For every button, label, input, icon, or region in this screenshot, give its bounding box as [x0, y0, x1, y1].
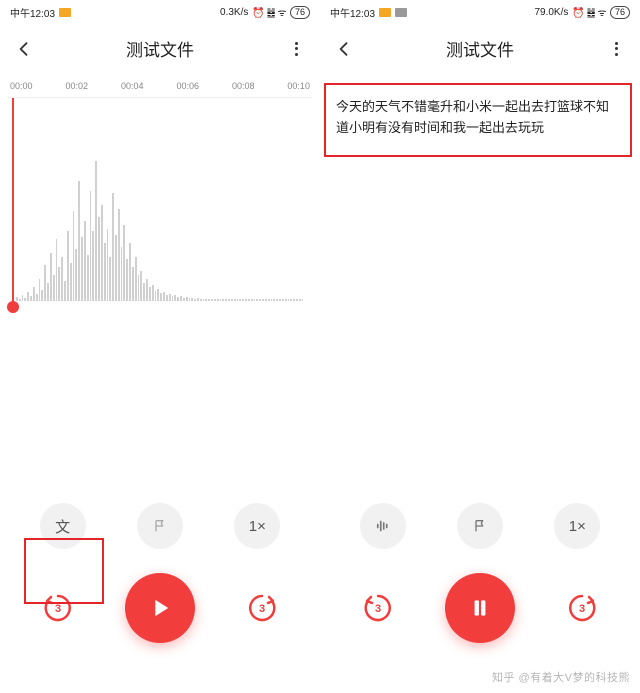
sim-icon: [395, 8, 407, 17]
speed-button[interactable]: 1×: [234, 503, 280, 549]
status-time: 中午12:03: [10, 5, 55, 20]
bars-icon: [374, 517, 392, 535]
page-title: 测试文件: [446, 36, 514, 61]
bottom-controls: 1× 3 3: [320, 503, 640, 693]
transcription-text: 今天的天气不错毫升和小米一起出去打篮球不知道小明有没有时间和我一起出去玩玩: [324, 83, 632, 157]
pane-left: 中午12:03 0.3K/s ⏰ ䷾ ᯤ 76 测试文件 00:00 00:02…: [0, 0, 320, 693]
skip-seconds: 3: [259, 603, 265, 615]
play-icon: [146, 594, 174, 622]
transcribe-button[interactable]: 文: [40, 503, 86, 549]
skip-seconds: 3: [375, 603, 381, 615]
forward-button[interactable]: 3: [560, 586, 604, 630]
bottom-controls: 文 1× 3: [0, 503, 320, 693]
tick: 00:06: [176, 81, 199, 91]
waveform: [8, 161, 312, 301]
rewind-icon: 3: [40, 590, 76, 626]
status-sys-icons: ⏰ ䷾ ᯤ: [252, 5, 286, 19]
status-net-rate: 0.3K/s: [220, 7, 248, 18]
status-net-rate: 79.0K/s: [534, 7, 568, 18]
tick: 00:02: [65, 81, 88, 91]
waveform-area[interactable]: [8, 97, 312, 307]
tick: 00:00: [10, 81, 33, 91]
speed-button[interactable]: 1×: [554, 503, 600, 549]
sim-icon: [59, 8, 71, 17]
forward-icon: 3: [564, 590, 600, 626]
chevron-left-icon: [14, 39, 34, 59]
flag-button[interactable]: [457, 503, 503, 549]
rewind-button[interactable]: 3: [36, 586, 80, 630]
back-button[interactable]: [334, 39, 354, 59]
more-button[interactable]: [606, 39, 626, 59]
speed-label: 1×: [569, 518, 586, 535]
header: 测试文件: [0, 22, 320, 77]
status-bar: 中午12:03 79.0K/s ⏰ ䷾ ᯤ 76: [320, 0, 640, 22]
chevron-left-icon: [334, 39, 354, 59]
play-button[interactable]: [125, 573, 195, 643]
pause-button[interactable]: [445, 573, 515, 643]
status-battery: 76: [290, 6, 310, 19]
forward-icon: 3: [244, 590, 280, 626]
more-button[interactable]: [286, 39, 306, 59]
flag-icon: [152, 518, 168, 534]
skip-seconds: 3: [55, 603, 61, 615]
watermark: 知乎 @有着大V梦的科技熊: [492, 669, 630, 685]
flag-button[interactable]: [137, 503, 183, 549]
tick: 00:08: [232, 81, 255, 91]
header: 测试文件: [320, 22, 640, 77]
page-title: 测试文件: [126, 36, 194, 61]
speed-label: 1×: [249, 518, 266, 535]
back-button[interactable]: [14, 39, 34, 59]
forward-button[interactable]: 3: [240, 586, 284, 630]
rewind-icon: 3: [360, 590, 396, 626]
pane-right: 中午12:03 79.0K/s ⏰ ䷾ ᯤ 76 测试文件 今天的天气不错毫升和…: [320, 0, 640, 693]
status-battery: 76: [610, 6, 630, 19]
tick: 00:10: [287, 81, 310, 91]
skip-seconds: 3: [579, 603, 585, 615]
cjk-text-icon: 文: [55, 516, 70, 537]
timeline[interactable]: 00:00 00:02 00:04 00:06 00:08 00:10: [0, 81, 320, 307]
sim-icon: [379, 8, 391, 17]
status-sys-icons: ⏰ ䷾ ᯤ: [572, 5, 606, 19]
waveform-view-button[interactable]: [360, 503, 406, 549]
status-time: 中午12:03: [330, 5, 375, 20]
status-bar: 中午12:03 0.3K/s ⏰ ䷾ ᯤ 76: [0, 0, 320, 22]
tick: 00:04: [121, 81, 144, 91]
pause-icon: [467, 595, 493, 621]
flag-icon: [472, 518, 488, 534]
rewind-button[interactable]: 3: [356, 586, 400, 630]
time-ticks: 00:00 00:02 00:04 00:06 00:08 00:10: [8, 81, 312, 91]
